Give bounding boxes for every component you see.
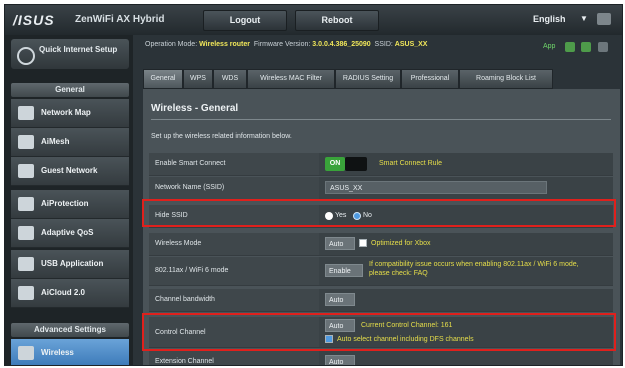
sidebar-item-aiprotection[interactable]: AiProtection: [11, 190, 129, 219]
sidebar-item-guest-network[interactable]: Guest Network: [11, 157, 129, 186]
top-bar: /ISUS ZenWiFi AX Hybrid Logout Reboot En…: [5, 5, 622, 35]
sidebar-item-label: AiMesh: [41, 137, 70, 146]
wireless-icon: [18, 346, 34, 360]
chevron-down-icon: ▼: [580, 14, 588, 23]
sidebar-item-label: Adaptive QoS: [41, 228, 94, 237]
usb-application-icon: [18, 257, 34, 271]
page-title: Wireless - General: [151, 103, 239, 114]
status-icon[interactable]: [565, 42, 575, 52]
optimized-xbox-label: Optimized for Xbox: [371, 240, 431, 247]
tab-wps[interactable]: WPS: [183, 69, 213, 89]
sidebar-item-usb-application[interactable]: USB Application: [11, 250, 129, 279]
firmware-value[interactable]: 3.0.0.4.386_25090: [312, 41, 370, 48]
extension-channel-select[interactable]: Auto: [325, 355, 355, 365]
tab-wireless-mac-filter[interactable]: Wireless MAC Filter: [247, 69, 335, 89]
ax-mode-select[interactable]: Enable: [325, 264, 363, 277]
operation-mode-label: Operation Mode:: [145, 41, 198, 48]
wireless-mode-select[interactable]: Auto: [325, 237, 355, 250]
aicloud-icon: [18, 286, 34, 300]
router-admin-window: /ISUS ZenWiFi AX Hybrid Logout Reboot En…: [4, 4, 623, 366]
sidebar-item-label: Guest Network: [41, 166, 98, 175]
network-name-label: Network Name (SSID): [155, 184, 225, 191]
sidebar: Quick Internet Setup General Network Map…: [5, 35, 133, 365]
page-description: Set up the wireless related information …: [151, 133, 292, 140]
sidebar-item-aimesh[interactable]: AiMesh: [11, 128, 129, 157]
divider: [151, 119, 611, 120]
smart-connect-toggle-off[interactable]: [345, 157, 367, 171]
tab-professional[interactable]: Professional: [401, 69, 459, 89]
ax-mode-value: Enable If compatibility issue occurs whe…: [319, 257, 613, 285]
smart-connect-label: Enable Smart Connect: [155, 160, 226, 167]
control-channel-highlight: [142, 313, 616, 351]
tab-radius-setting[interactable]: RADIUS Setting: [335, 69, 401, 89]
sidebar-item-label: AiProtection: [41, 199, 89, 208]
tab-wds[interactable]: WDS: [213, 69, 247, 89]
smart-connect-rule-link[interactable]: Smart Connect Rule: [379, 160, 442, 167]
network-map-icon: [18, 106, 34, 120]
row-network-name: Network Name (SSID) ASUS_XX: [149, 177, 613, 200]
network-name-value: ASUS_XX: [319, 177, 613, 199]
row-channel-bandwidth: Channel bandwidth Auto: [149, 289, 613, 312]
hide-ssid-highlight: [142, 199, 616, 227]
sidebar-item-label: Network Map: [41, 108, 91, 117]
app-label[interactable]: App: [543, 43, 555, 50]
smart-connect-toggle[interactable]: ON: [325, 157, 345, 171]
logout-button[interactable]: Logout: [203, 10, 287, 31]
extension-channel-value: Auto: [319, 351, 613, 365]
sidebar-item-label: AiCloud 2.0: [41, 288, 86, 297]
operation-mode-value[interactable]: Wireless router: [199, 41, 250, 48]
sidebar-item-network-map[interactable]: Network Map: [11, 99, 129, 128]
wireless-mode-value: Auto Optimized for Xbox: [319, 233, 613, 255]
model-name: ZenWiFi AX Hybrid: [75, 14, 165, 25]
ax-mode-label: 802.11ax / WiFi 6 mode: [155, 267, 229, 274]
channel-bandwidth-value: Auto: [319, 289, 613, 311]
asus-logo: /ISUS: [13, 12, 55, 28]
aimesh-icon: [18, 135, 34, 149]
quick-setup-label: Quick Internet Setup: [39, 45, 118, 54]
ssid-value: ASUS_XX: [394, 41, 428, 48]
advanced-section-header: Advanced Settings: [11, 323, 129, 337]
firmware-label: Firmware Version:: [253, 41, 311, 48]
ssid-input[interactable]: ASUS_XX: [325, 181, 547, 194]
status-line: Operation Mode: Wireless router Firmware…: [145, 41, 427, 48]
row-extension-channel: Extension Channel Auto: [149, 351, 613, 365]
sidebar-item-label: USB Application: [41, 259, 104, 268]
row-wireless-mode: Wireless Mode Auto Optimized for Xbox: [149, 233, 613, 256]
channel-bandwidth-select[interactable]: Auto: [325, 293, 355, 306]
guest-network-icon: [18, 164, 34, 178]
sidebar-item-wireless[interactable]: Wireless: [11, 339, 129, 365]
tab-roaming-block-list[interactable]: Roaming Block List: [459, 69, 553, 89]
optimized-xbox-checkbox[interactable]: [359, 239, 367, 247]
sidebar-item-label: Wireless: [41, 348, 74, 357]
general-section-header: General: [11, 83, 129, 97]
usb-status-icon[interactable]: [581, 42, 591, 52]
adaptive-qos-icon: [18, 226, 34, 240]
row-smart-connect: Enable Smart Connect ON Smart Connect Ru…: [149, 153, 613, 176]
tab-general[interactable]: General: [143, 69, 183, 89]
help-icon[interactable]: [597, 13, 611, 25]
sidebar-item-adaptive-qos[interactable]: Adaptive QoS: [11, 219, 129, 248]
extension-channel-label: Extension Channel: [155, 358, 214, 365]
quick-setup-button[interactable]: Quick Internet Setup: [11, 39, 129, 69]
wireless-mode-label: Wireless Mode: [155, 240, 202, 247]
smart-connect-value: ON Smart Connect Rule: [319, 153, 613, 175]
aiprotection-icon: [18, 197, 34, 211]
reboot-button[interactable]: Reboot: [295, 10, 379, 31]
search-icon: [17, 47, 35, 65]
channel-bandwidth-label: Channel bandwidth: [155, 296, 215, 303]
language-select[interactable]: English: [533, 14, 566, 24]
notification-icon[interactable]: [598, 42, 608, 52]
sidebar-item-aicloud[interactable]: AiCloud 2.0: [11, 279, 129, 308]
ssid-label: SSID:: [374, 41, 393, 48]
ax-mode-note[interactable]: If compatibility issue occurs when enabl…: [369, 260, 599, 278]
row-ax-mode: 802.11ax / WiFi 6 mode Enable If compati…: [149, 257, 613, 286]
